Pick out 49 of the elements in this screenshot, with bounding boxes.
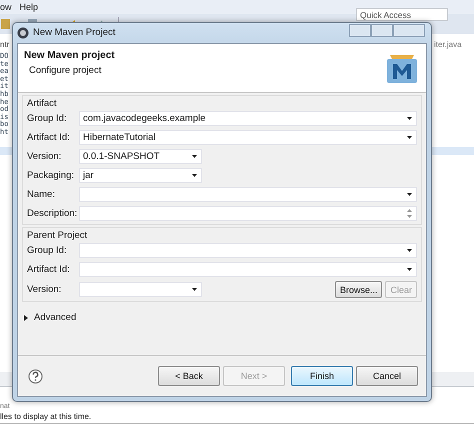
browse-button[interactable]: Browse...	[334, 281, 382, 298]
menu-item[interactable]: Help	[20, 2, 38, 12]
field-label: Version:	[27, 151, 62, 162]
dropdown-arrow-icon	[192, 174, 197, 177]
help-icon[interactable]	[28, 368, 43, 384]
field-label: Name:	[27, 189, 56, 200]
field-label: Artifact Id:	[27, 132, 71, 143]
dropdown-arrow-icon	[192, 155, 197, 158]
collapsed-arrow-icon[interactable]	[24, 314, 29, 320]
field-label: Description:	[27, 208, 78, 219]
view-tab[interactable]: ntr	[0, 40, 10, 49]
back-button[interactable]: < Back	[158, 366, 220, 386]
app-icon	[17, 26, 29, 38]
combo-box[interactable]	[79, 187, 417, 202]
text-area[interactable]	[79, 206, 417, 221]
spinner-icon	[407, 209, 412, 218]
window-title: New Maven Project	[33, 27, 116, 38]
combo-box[interactable]	[79, 262, 417, 277]
combo-box[interactable]	[79, 243, 417, 258]
field-label: Group Id:	[27, 113, 68, 124]
dropdown-arrow-icon	[407, 249, 412, 252]
dropdown-arrow-icon	[192, 288, 197, 291]
quick-access-field[interactable]: Quick Access	[356, 8, 448, 21]
group-label: Artifact	[27, 98, 58, 109]
maximize-button[interactable]	[371, 24, 393, 37]
field-label: Version:	[27, 284, 62, 295]
combo-box[interactable]: jar	[79, 168, 202, 183]
dropdown-arrow-icon	[407, 117, 412, 120]
section-toggle[interactable]: Advanced	[34, 312, 76, 323]
minimize-button[interactable]	[349, 24, 371, 37]
page-heading: New Maven project	[24, 50, 115, 61]
field-label: Artifact Id:	[27, 264, 71, 275]
field-label: Packaging:	[27, 170, 76, 181]
status-message: lles to display at this time.	[0, 412, 92, 421]
combo-box[interactable]	[79, 282, 202, 297]
combo-box[interactable]: com.javacodegeeks.example	[79, 111, 417, 126]
page-subtitle: Configure project	[28, 65, 102, 76]
combo-box[interactable]: HibernateTutorial	[79, 130, 417, 145]
cancel-button[interactable]: Cancel	[356, 366, 418, 386]
field-label: Group Id:	[27, 245, 68, 256]
menu-item[interactable]: ow	[0, 2, 12, 12]
combo-box[interactable]: 0.0.1-SNAPSHOT	[79, 149, 202, 164]
dropdown-arrow-icon	[407, 193, 412, 196]
editor-tab[interactable]: iter.java	[434, 40, 462, 49]
finish-button[interactable]: Finish	[291, 366, 353, 386]
dropdown-arrow-icon	[407, 136, 412, 139]
group-label: Parent Project	[27, 230, 88, 241]
close-button[interactable]	[393, 24, 425, 37]
dropdown-arrow-icon	[407, 268, 412, 271]
